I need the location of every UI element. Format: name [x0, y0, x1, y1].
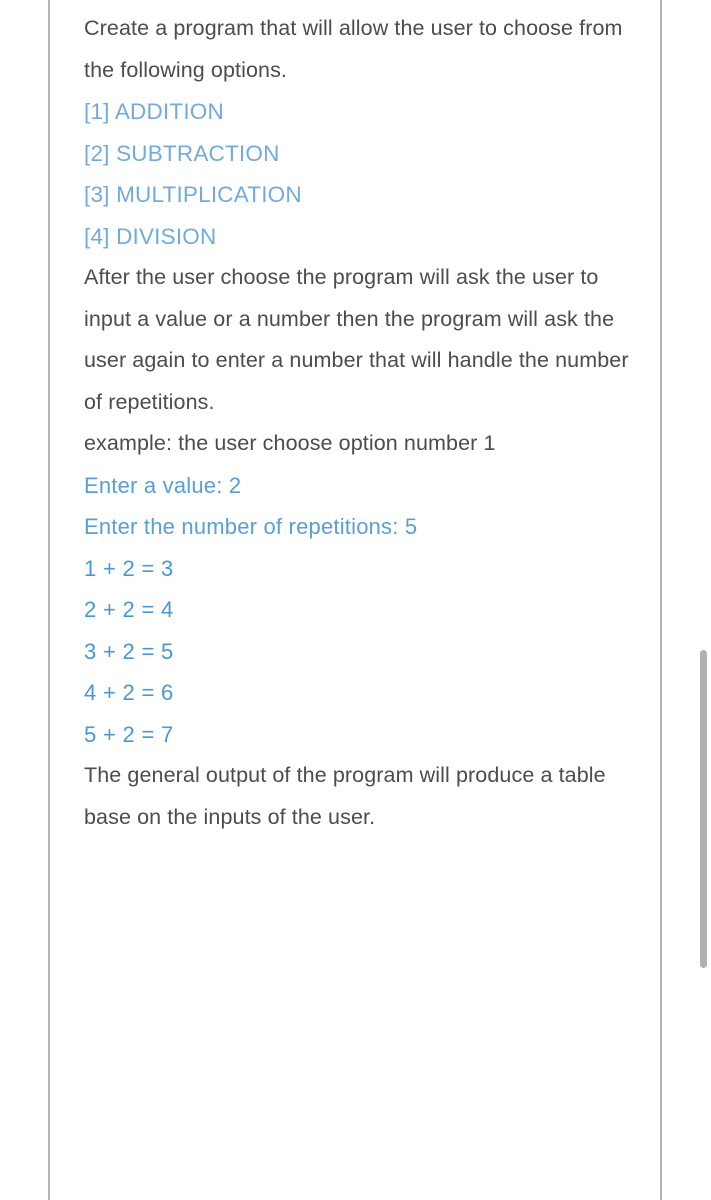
left-quote-rule [48, 0, 50, 1200]
example-intro-paragraph: example: the user choose option number 1 [84, 431, 496, 455]
page-root: Create a program that will allow the use… [0, 0, 711, 1200]
page-scrollbar[interactable] [698, 0, 711, 1200]
prompt-enter-repetitions: Enter the number of repetitions: 5 [84, 514, 418, 539]
equation-line-4: 4 + 2 = 6 [84, 680, 174, 705]
menu-option-division: [4] DIVISION [84, 223, 217, 249]
right-quote-rule [660, 0, 662, 1200]
equation-line-5: 5 + 2 = 7 [84, 721, 174, 747]
scrollbar-thumb[interactable] [700, 650, 707, 968]
prompt-enter-value: Enter a value: 2 [84, 472, 242, 498]
menu-option-multiplication: [3] MULTIPLICATION [84, 182, 302, 207]
equation-line-1: 1 + 2 = 3 [84, 555, 174, 581]
equation-group-2-3: 2 + 2 = 4 3 + 2 = 5 [84, 589, 640, 672]
equation-line-3: 3 + 2 = 5 [84, 638, 174, 664]
description-paragraph: After the user choose the program will a… [84, 265, 629, 414]
menu-option-subtraction: [2] SUBTRACTION [84, 140, 280, 166]
intro-paragraph: Create a program that will allow the use… [84, 16, 623, 82]
equation-line-2: 2 + 2 = 4 [84, 597, 174, 622]
menu-option-addition: [1] ADDITION [84, 99, 224, 124]
closing-paragraph: The general output of the program will p… [84, 763, 606, 829]
content-column: Create a program that will allow the use… [84, 0, 640, 838]
